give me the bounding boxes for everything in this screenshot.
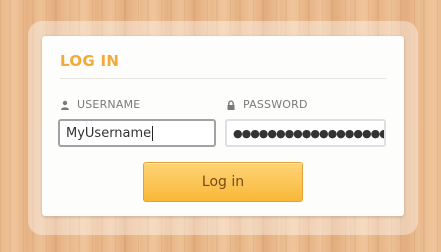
- password-label: PASSWORD: [226, 98, 308, 111]
- login-title: LOG IN: [60, 52, 120, 70]
- username-input[interactable]: MyUsername: [58, 119, 216, 147]
- username-label-text: USERNAME: [77, 98, 141, 111]
- lock-icon: [226, 99, 236, 110]
- username-label: USERNAME: [60, 98, 140, 111]
- user-icon: [60, 100, 70, 110]
- password-masked-value: ●●●●●●●●●●●●●●●●●●●: [233, 126, 386, 140]
- password-input[interactable]: ●●●●●●●●●●●●●●●●●●●: [225, 119, 386, 147]
- password-label-text: PASSWORD: [243, 98, 308, 111]
- title-divider: [60, 78, 386, 79]
- login-panel: LOG IN USERNAME PASSWORD MyUsername ●●●●…: [42, 36, 404, 216]
- text-caret: [152, 125, 154, 141]
- username-value: MyUsername: [66, 125, 152, 141]
- login-button[interactable]: Log in: [143, 162, 303, 202]
